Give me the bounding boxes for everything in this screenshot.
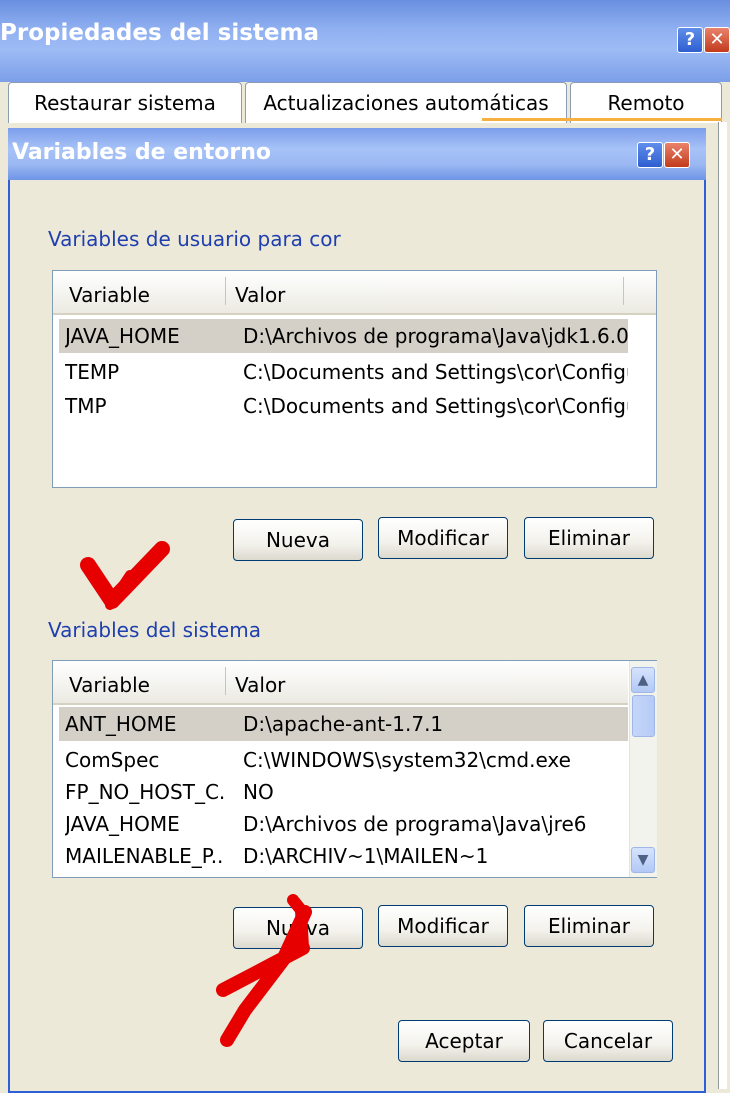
scrollbar-thumb[interactable] xyxy=(632,695,655,737)
scroll-up-button[interactable]: ▲ xyxy=(631,667,655,693)
column-separator xyxy=(225,667,226,695)
cell-valor: D:\apache-ant-1.7.1 xyxy=(243,712,444,736)
cell-variable: TEMP xyxy=(65,360,120,384)
outer-help-button[interactable]: ? xyxy=(677,27,703,53)
system-variables-list[interactable]: Variable Valor ANT_HOME D:\apache-ant-1.… xyxy=(52,660,657,878)
tab-remoto[interactable]: Remoto xyxy=(570,82,722,123)
dialog-close-button[interactable]: ✕ xyxy=(664,142,690,168)
cell-valor: D:\Archivos de programa\Java\jdk1.6.0... xyxy=(243,324,628,348)
system-edit-button[interactable]: Modificar xyxy=(378,905,508,947)
ok-button[interactable]: Aceptar xyxy=(398,1020,530,1062)
cell-variable: TMP xyxy=(65,394,107,418)
system-variables-label: Variables del sistema xyxy=(48,618,261,642)
column-header-variable[interactable]: Variable xyxy=(69,673,150,697)
column-separator xyxy=(623,277,624,305)
tab-actualizaciones-automaticas[interactable]: Actualizaciones automáticas xyxy=(245,82,567,123)
tab-restaurar-sistema[interactable]: Restaurar sistema xyxy=(8,82,242,123)
table-row[interactable]: JAVA_HOME D:\Archivos de programa\Java\j… xyxy=(59,319,628,353)
user-edit-button[interactable]: Modificar xyxy=(378,517,508,559)
scroll-down-button[interactable]: ▼ xyxy=(631,847,655,873)
system-delete-button[interactable]: Eliminar xyxy=(524,905,654,947)
cell-valor: C:\WINDOWS\system32\cmd.exe xyxy=(243,748,571,772)
table-row[interactable]: ANT_HOME D:\apache-ant-1.7.1 xyxy=(59,707,628,741)
cell-variable: MAILENABLE_P... xyxy=(65,844,225,868)
user-variables-label: Variables de usuario para cor xyxy=(48,227,341,251)
outer-window-title: Propiedades del sistema xyxy=(0,20,319,46)
cell-valor: D:\Archivos de programa\Java\jre6 xyxy=(243,812,587,836)
cell-valor: C:\Documents and Settings\cor\Configu... xyxy=(243,360,628,384)
column-header-variable[interactable]: Variable xyxy=(69,283,150,307)
annotation-arrow-down xyxy=(80,541,170,610)
cell-variable: JAVA_HOME xyxy=(65,812,180,836)
table-row[interactable]: ComSpec C:\WINDOWS\system32\cmd.exe xyxy=(59,743,628,777)
table-row[interactable]: FP_NO_HOST_C... NO xyxy=(59,775,628,809)
column-separator xyxy=(225,277,226,305)
cell-variable: ANT_HOME xyxy=(65,712,177,736)
table-row[interactable]: JAVA_HOME D:\Archivos de programa\Java\j… xyxy=(59,807,628,841)
user-variables-list[interactable]: Variable Valor JAVA_HOME D:\Archivos de … xyxy=(52,270,657,488)
cell-variable: JAVA_HOME xyxy=(65,324,180,348)
cell-variable: ComSpec xyxy=(65,748,160,772)
outer-panel-edge xyxy=(718,122,727,1089)
outer-close-button[interactable]: ✕ xyxy=(704,27,730,53)
dialog-title: Variables de entorno xyxy=(12,140,272,165)
column-header-valor[interactable]: Valor xyxy=(235,673,285,697)
annotation-arrow-up xyxy=(216,894,312,1047)
dialog-help-button[interactable]: ? xyxy=(637,142,663,168)
table-row[interactable]: MAILENABLE_P... D:\ARCHIV~1\MAILEN~1 xyxy=(59,839,628,873)
table-row[interactable]: TEMP C:\Documents and Settings\cor\Confi… xyxy=(59,355,628,389)
cell-valor: NO xyxy=(243,780,274,804)
column-header-valor[interactable]: Valor xyxy=(235,283,285,307)
cell-valor: C:\Documents and Settings\cor\Configu... xyxy=(243,394,628,418)
cancel-button[interactable]: Cancelar xyxy=(543,1020,673,1062)
user-new-button[interactable]: Nueva xyxy=(233,519,363,561)
cell-variable: FP_NO_HOST_C... xyxy=(65,780,225,804)
vertical-scrollbar[interactable] xyxy=(629,661,657,877)
tab-highlight xyxy=(482,118,722,121)
user-delete-button[interactable]: Eliminar xyxy=(524,517,654,559)
table-row[interactable]: TMP C:\Documents and Settings\cor\Config… xyxy=(59,389,628,423)
